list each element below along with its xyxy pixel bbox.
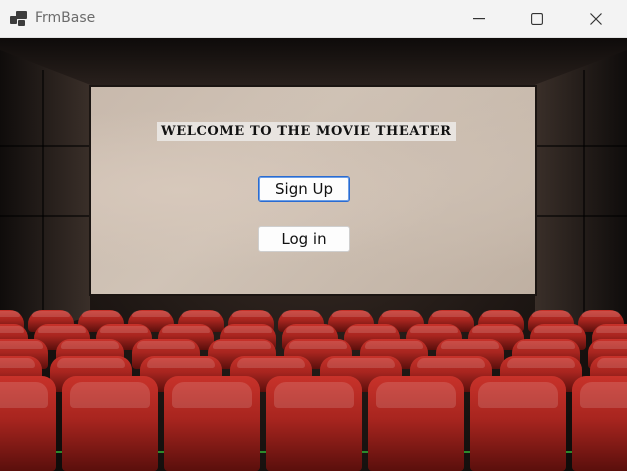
close-icon [590, 13, 602, 25]
log-in-button[interactable]: Log in [258, 226, 350, 252]
theater-seat [368, 376, 464, 471]
app-window: FrmBase WELCOME TO THE MOVIE THEATER Sig… [0, 0, 627, 471]
maximize-button[interactable] [508, 0, 566, 38]
welcome-label: WELCOME TO THE MOVIE THEATER [157, 122, 456, 141]
theater-seat [164, 376, 260, 471]
movie-screen: WELCOME TO THE MOVIE THEATER Sign Up Log… [91, 87, 535, 294]
theater-seat [266, 376, 362, 471]
theater-seats [0, 304, 627, 471]
theater-seat [62, 376, 158, 471]
title-bar[interactable]: FrmBase [0, 0, 627, 38]
theater-seat [470, 376, 566, 471]
window-title: FrmBase [35, 10, 96, 26]
app-window-icon [10, 11, 27, 26]
movie-screen-frame: WELCOME TO THE MOVIE THEATER Sign Up Log… [89, 85, 537, 296]
minimize-button[interactable] [450, 0, 508, 38]
left-wall [0, 50, 90, 340]
minimize-icon [473, 18, 485, 20]
theater-seat [0, 376, 56, 471]
close-button[interactable] [567, 0, 625, 38]
theater-background: WELCOME TO THE MOVIE THEATER Sign Up Log… [0, 38, 627, 471]
theater-seat [572, 376, 627, 471]
maximize-icon [531, 13, 543, 25]
right-wall [535, 50, 627, 340]
theater-ceiling [0, 38, 627, 88]
sign-up-button[interactable]: Sign Up [258, 176, 350, 202]
